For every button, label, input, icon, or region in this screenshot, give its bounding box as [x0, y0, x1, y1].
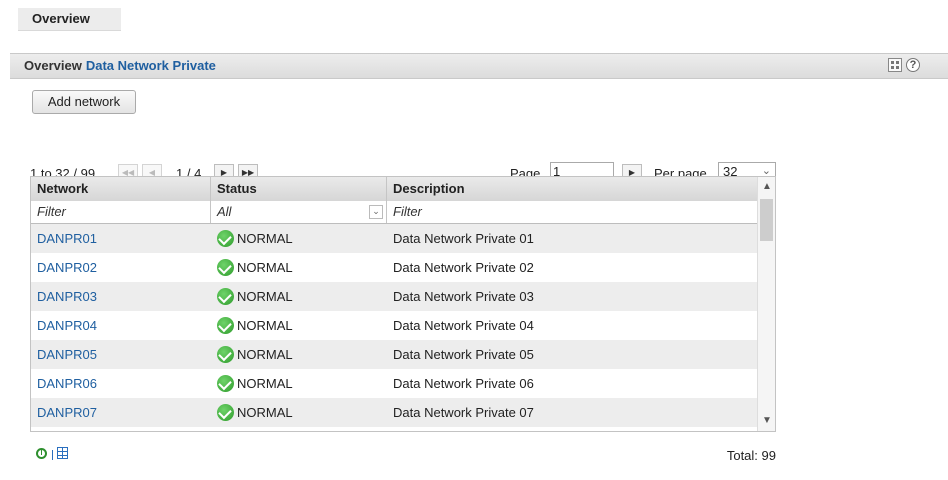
- status-cell: NORMAL: [211, 340, 387, 369]
- network-link[interactable]: DANPR05: [31, 340, 211, 369]
- total-count: Total: 99: [726, 448, 776, 463]
- chevron-down-icon: ⌄: [369, 205, 383, 219]
- column-header-status[interactable]: Status: [211, 177, 387, 201]
- status-text: NORMAL: [237, 231, 293, 246]
- status-ok-icon: [217, 375, 234, 392]
- table-row[interactable]: DANPR03 NORMAL Data Network Private 03: [31, 282, 757, 311]
- add-network-button[interactable]: Add network: [32, 90, 136, 114]
- description-cell: Data Network Private 04: [393, 318, 534, 333]
- description-filter-input[interactable]: Filter: [387, 201, 757, 223]
- status-cell: NORMAL: [211, 369, 387, 398]
- scroll-thumb[interactable]: [760, 199, 773, 241]
- status-cell: NORMAL: [211, 224, 387, 253]
- description-cell: Data Network Private 06: [393, 376, 534, 391]
- status-ok-icon: [217, 259, 234, 276]
- vertical-scrollbar[interactable]: ▲ ▼: [757, 177, 775, 431]
- status-cell: NORMAL: [211, 398, 387, 427]
- status-ok-icon: [217, 230, 234, 247]
- table-header: Network Status Description: [31, 177, 757, 202]
- status-filter-select[interactable]: All ⌄: [211, 201, 387, 223]
- description-cell: Data Network Private 03: [393, 289, 534, 304]
- panel-title-name: Data Network Private: [85, 58, 216, 73]
- status-text: NORMAL: [237, 318, 293, 333]
- status-ok-icon: [217, 404, 234, 421]
- refresh-icon[interactable]: [32, 444, 50, 462]
- status-text: NORMAL: [237, 405, 293, 420]
- table-row[interactable]: DANPR05 NORMAL Data Network Private 05: [31, 340, 757, 369]
- table-row[interactable]: DANPR01 NORMAL Data Network Private 01: [31, 224, 757, 253]
- table-row[interactable]: DANPR07 NORMAL Data Network Private 07: [31, 398, 757, 427]
- description-cell: Data Network Private 01: [393, 231, 534, 246]
- network-link[interactable]: DANPR06: [31, 369, 211, 398]
- network-link[interactable]: DANPR04: [31, 311, 211, 340]
- column-header-description[interactable]: Description: [387, 177, 757, 201]
- scroll-up-icon[interactable]: ▲: [758, 179, 775, 195]
- network-link[interactable]: DANPR07: [31, 398, 211, 427]
- status-text: NORMAL: [237, 289, 293, 304]
- network-link[interactable]: DANPR03: [31, 282, 211, 311]
- description-cell: Data Network Private 05: [393, 347, 534, 362]
- tab-overview[interactable]: Overview: [18, 8, 121, 31]
- table-row[interactable]: DANPR04 NORMAL Data Network Private 04: [31, 311, 757, 340]
- status-text: NORMAL: [237, 376, 293, 391]
- help-icon[interactable]: ?: [906, 58, 920, 72]
- network-link[interactable]: DANPR01: [31, 224, 211, 253]
- status-cell: NORMAL: [211, 253, 387, 282]
- export-table-icon[interactable]: [52, 444, 70, 462]
- panel-title-prefix: Overview: [24, 58, 82, 73]
- status-ok-icon: [217, 346, 234, 363]
- network-link[interactable]: DANPR02: [31, 253, 211, 282]
- layout-grid-icon[interactable]: [888, 58, 902, 72]
- table-row[interactable]: DANPR02 NORMAL Data Network Private 02: [31, 253, 757, 282]
- status-cell: NORMAL: [211, 282, 387, 311]
- status-ok-icon: [217, 288, 234, 305]
- panel-title: Overview Data Network Private: [24, 58, 216, 73]
- network-table: Network Status Description Filter All ⌄ …: [30, 176, 776, 432]
- filter-row: Filter All ⌄ Filter: [31, 201, 757, 224]
- description-cell: Data Network Private 07: [393, 405, 534, 420]
- network-filter-input[interactable]: Filter: [31, 201, 211, 223]
- status-text: NORMAL: [237, 260, 293, 275]
- panel-header: Overview Data Network Private ?: [10, 53, 948, 79]
- tab-overview-label: Overview: [32, 11, 90, 26]
- status-text: NORMAL: [237, 347, 293, 362]
- table-row[interactable]: DANPR06 NORMAL Data Network Private 06: [31, 369, 757, 398]
- column-header-network[interactable]: Network: [31, 177, 211, 201]
- status-filter-value: All: [217, 204, 232, 219]
- description-cell: Data Network Private 02: [393, 260, 534, 275]
- scroll-down-icon[interactable]: ▼: [758, 413, 775, 429]
- status-ok-icon: [217, 317, 234, 334]
- status-cell: NORMAL: [211, 311, 387, 340]
